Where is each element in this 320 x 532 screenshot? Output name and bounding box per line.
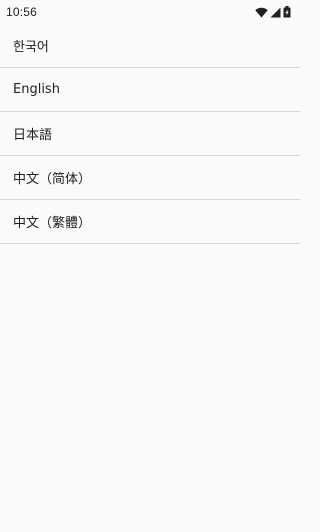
language-item-japanese[interactable]: 日本語 <box>0 112 300 156</box>
language-item-chinese-traditional[interactable]: 中文（繁體） <box>0 200 300 244</box>
language-label: English <box>13 82 60 97</box>
language-label: 한국어 <box>13 40 49 55</box>
status-time: 10:56 <box>6 5 38 19</box>
status-icons <box>255 6 291 18</box>
battery-icon <box>283 6 291 18</box>
language-label: 中文（繁體） <box>13 216 92 231</box>
language-label: 中文（简体） <box>13 172 92 187</box>
cellular-signal-icon <box>270 7 281 18</box>
language-item-english[interactable]: English <box>0 68 300 112</box>
language-list: 한국어 English 日本語 中文（简体） 中文（繁體） <box>0 24 300 244</box>
wifi-icon <box>255 7 268 18</box>
status-bar: 10:56 <box>0 0 300 24</box>
language-item-korean[interactable]: 한국어 <box>0 24 300 68</box>
language-label: 日本語 <box>13 128 53 143</box>
language-item-chinese-simplified[interactable]: 中文（简体） <box>0 156 300 200</box>
